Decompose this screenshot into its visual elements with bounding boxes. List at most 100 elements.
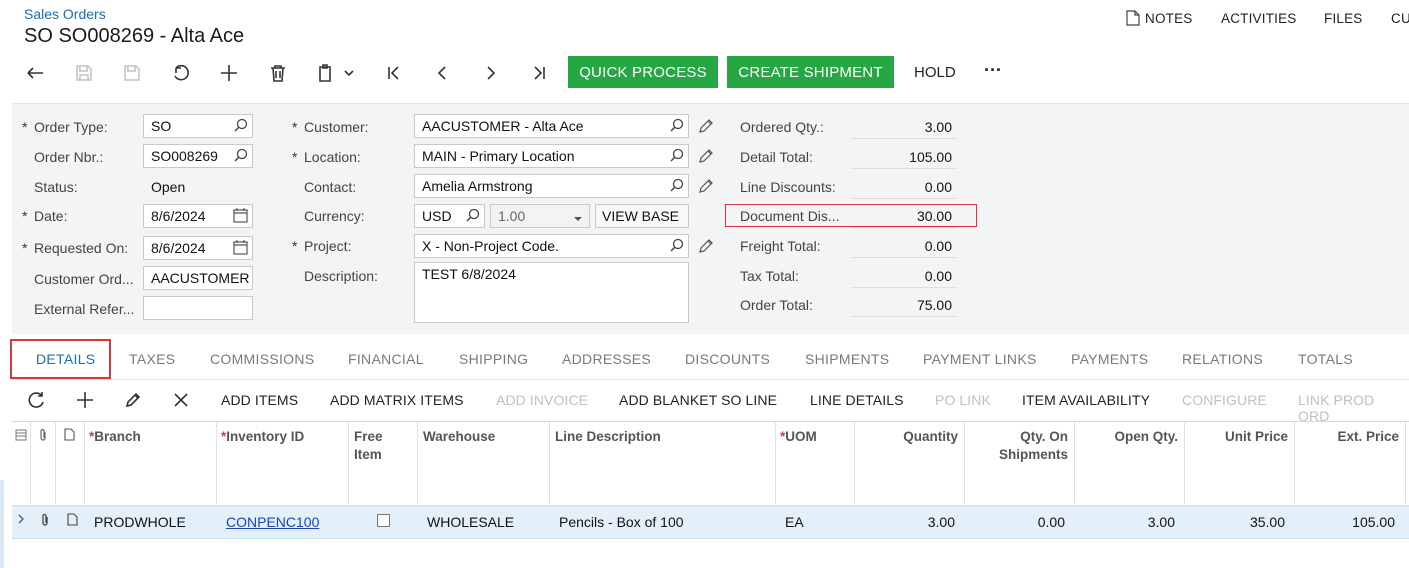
hold-button[interactable]: HOLD bbox=[914, 64, 956, 81]
add-matrix-items-button[interactable]: ADD MATRIX ITEMS bbox=[330, 392, 464, 408]
tab-payments[interactable]: PAYMENTS bbox=[1071, 351, 1148, 367]
tab-taxes[interactable]: TAXES bbox=[129, 351, 175, 367]
row-note-icon[interactable] bbox=[67, 513, 78, 529]
description-textarea[interactable]: TEST 6/8/2024 bbox=[414, 262, 689, 323]
edit-location-pencil-icon[interactable] bbox=[698, 148, 714, 167]
link-prod-ord-button[interactable]: LINK PROD ORD bbox=[1298, 392, 1409, 424]
external-ref-field[interactable] bbox=[143, 296, 253, 320]
search-icon[interactable] bbox=[234, 148, 248, 165]
add-icon[interactable] bbox=[216, 60, 242, 86]
edit-project-pencil-icon[interactable] bbox=[698, 238, 714, 257]
free-item-checkbox[interactable] bbox=[377, 514, 390, 527]
calendar-icon[interactable] bbox=[233, 240, 248, 258]
search-icon[interactable] bbox=[234, 118, 248, 135]
column-header-free-item[interactable]: Free Item bbox=[349, 422, 418, 504]
more-actions-button[interactable]: ··· bbox=[984, 60, 1002, 81]
search-icon[interactable] bbox=[670, 148, 684, 165]
column-header-qty-on-shipments[interactable]: Qty. On Shipments bbox=[965, 422, 1075, 504]
tab-shipments[interactable]: SHIPMENTS bbox=[805, 351, 889, 367]
edit-contact-pencil-icon[interactable] bbox=[698, 178, 714, 197]
add-invoice-button[interactable]: ADD INVOICE bbox=[496, 392, 588, 408]
tab-payment-links[interactable]: PAYMENT LINKS bbox=[923, 351, 1037, 367]
notes-icon[interactable] bbox=[1126, 10, 1140, 29]
item-availability-button[interactable]: ITEM AVAILABILITY bbox=[1022, 392, 1150, 408]
quantity-cell[interactable]: 3.00 bbox=[855, 514, 955, 530]
column-header-ext-price[interactable]: Ext. Price bbox=[1295, 422, 1406, 504]
tab-financial[interactable]: FINANCIAL bbox=[348, 351, 424, 367]
search-icon[interactable] bbox=[670, 118, 684, 135]
customer-field[interactable]: AACUSTOMER - Alta Ace bbox=[414, 114, 689, 138]
files-link[interactable]: FILES bbox=[1324, 11, 1363, 26]
tab-totals[interactable]: TOTALS bbox=[1298, 351, 1353, 367]
column-header-line-description[interactable]: Line Description bbox=[550, 422, 776, 504]
table-row[interactable]: PRODWHOLE CONPENC100 WHOLESALE Pencils -… bbox=[12, 505, 1409, 539]
contact-field[interactable]: Amelia Armstrong bbox=[414, 174, 689, 198]
grid-settings-icon[interactable] bbox=[15, 428, 27, 446]
edit-customer-pencil-icon[interactable] bbox=[698, 118, 714, 137]
add-blanket-so-line-button[interactable]: ADD BLANKET SO LINE bbox=[619, 392, 777, 408]
quick-process-button[interactable]: QUICK PROCESS bbox=[568, 56, 718, 88]
delete-icon[interactable] bbox=[265, 60, 291, 86]
open-qty-cell[interactable]: 3.00 bbox=[1075, 514, 1175, 530]
previous-record-icon[interactable] bbox=[429, 60, 455, 86]
column-header-inventory-id[interactable]: *Inventory ID bbox=[217, 422, 349, 504]
tab-relations[interactable]: RELATIONS bbox=[1182, 351, 1263, 367]
copy-paste-icon[interactable] bbox=[314, 60, 358, 86]
notes-link[interactable]: NOTES bbox=[1145, 11, 1193, 26]
warehouse-cell[interactable]: WHOLESALE bbox=[427, 514, 514, 530]
customer-order-field[interactable]: AACUSTOMER bbox=[143, 266, 253, 290]
search-icon[interactable] bbox=[670, 238, 684, 255]
column-header-uom[interactable]: *UOM bbox=[776, 422, 855, 504]
currency-field[interactable]: USD bbox=[414, 204, 485, 228]
column-header-quantity[interactable]: Quantity bbox=[855, 422, 965, 504]
edit-row-icon[interactable] bbox=[120, 387, 146, 413]
currency-rate-field[interactable]: 1.00 bbox=[490, 204, 590, 228]
next-record-icon[interactable] bbox=[478, 60, 504, 86]
order-nbr-field[interactable]: SO008269 bbox=[143, 144, 253, 168]
tab-commissions[interactable]: COMMISSIONS bbox=[210, 351, 314, 367]
configure-button[interactable]: CONFIGURE bbox=[1182, 392, 1267, 408]
save-disabled-icon[interactable] bbox=[71, 60, 97, 86]
breadcrumb-sales-orders[interactable]: Sales Orders bbox=[24, 6, 106, 22]
column-header-unit-price[interactable]: Unit Price bbox=[1185, 422, 1295, 504]
expand-chevron-icon[interactable] bbox=[17, 512, 25, 528]
search-icon[interactable] bbox=[466, 208, 480, 225]
branch-cell[interactable]: PRODWHOLE bbox=[94, 514, 186, 530]
po-link-button[interactable]: PO LINK bbox=[935, 392, 991, 408]
search-icon[interactable] bbox=[670, 178, 684, 195]
delete-row-icon[interactable] bbox=[168, 387, 194, 413]
uom-cell[interactable]: EA bbox=[785, 514, 804, 530]
create-shipment-button[interactable]: CREATE SHIPMENT bbox=[727, 56, 894, 88]
save-close-disabled-icon[interactable] bbox=[119, 60, 145, 86]
tab-discounts[interactable]: DISCOUNTS bbox=[685, 351, 770, 367]
qty-on-shipments-cell[interactable]: 0.00 bbox=[965, 514, 1065, 530]
line-description-cell[interactable]: Pencils - Box of 100 bbox=[559, 514, 684, 530]
location-field[interactable]: MAIN - Primary Location bbox=[414, 144, 689, 168]
ext-price-cell[interactable]: 105.00 bbox=[1295, 514, 1395, 530]
column-header-open-qty[interactable]: Open Qty. bbox=[1075, 422, 1185, 504]
activities-link[interactable]: ACTIVITIES bbox=[1221, 11, 1297, 26]
requested-on-field[interactable]: 8/6/2024 bbox=[143, 236, 253, 260]
column-header-warehouse[interactable]: Warehouse bbox=[418, 422, 550, 504]
first-record-icon[interactable] bbox=[381, 60, 407, 86]
row-attachment-icon[interactable] bbox=[39, 513, 51, 530]
total-label: Ordered Qty.: bbox=[740, 119, 824, 135]
last-record-icon[interactable] bbox=[526, 60, 552, 86]
calendar-icon[interactable] bbox=[233, 208, 248, 226]
line-details-button[interactable]: LINE DETAILS bbox=[810, 392, 904, 408]
unit-price-cell[interactable]: 35.00 bbox=[1185, 514, 1285, 530]
cancel-icon[interactable] bbox=[168, 60, 194, 86]
customization-link[interactable]: CU bbox=[1391, 11, 1409, 26]
date-field[interactable]: 8/6/2024 bbox=[143, 204, 253, 228]
tab-shipping[interactable]: SHIPPING bbox=[459, 351, 528, 367]
undo-back-icon[interactable] bbox=[23, 60, 49, 86]
add-row-icon[interactable] bbox=[72, 387, 98, 413]
refresh-icon[interactable] bbox=[24, 387, 50, 413]
add-items-button[interactable]: ADD ITEMS bbox=[221, 392, 298, 408]
order-type-field[interactable]: SO bbox=[143, 114, 253, 138]
inventory-id-link[interactable]: CONPENC100 bbox=[226, 514, 319, 530]
column-header-branch[interactable]: *Branch bbox=[85, 422, 217, 504]
view-base-button[interactable]: VIEW BASE bbox=[595, 204, 689, 228]
tab-addresses[interactable]: ADDRESSES bbox=[562, 351, 651, 367]
project-field[interactable]: X - Non-Project Code. bbox=[414, 234, 689, 258]
